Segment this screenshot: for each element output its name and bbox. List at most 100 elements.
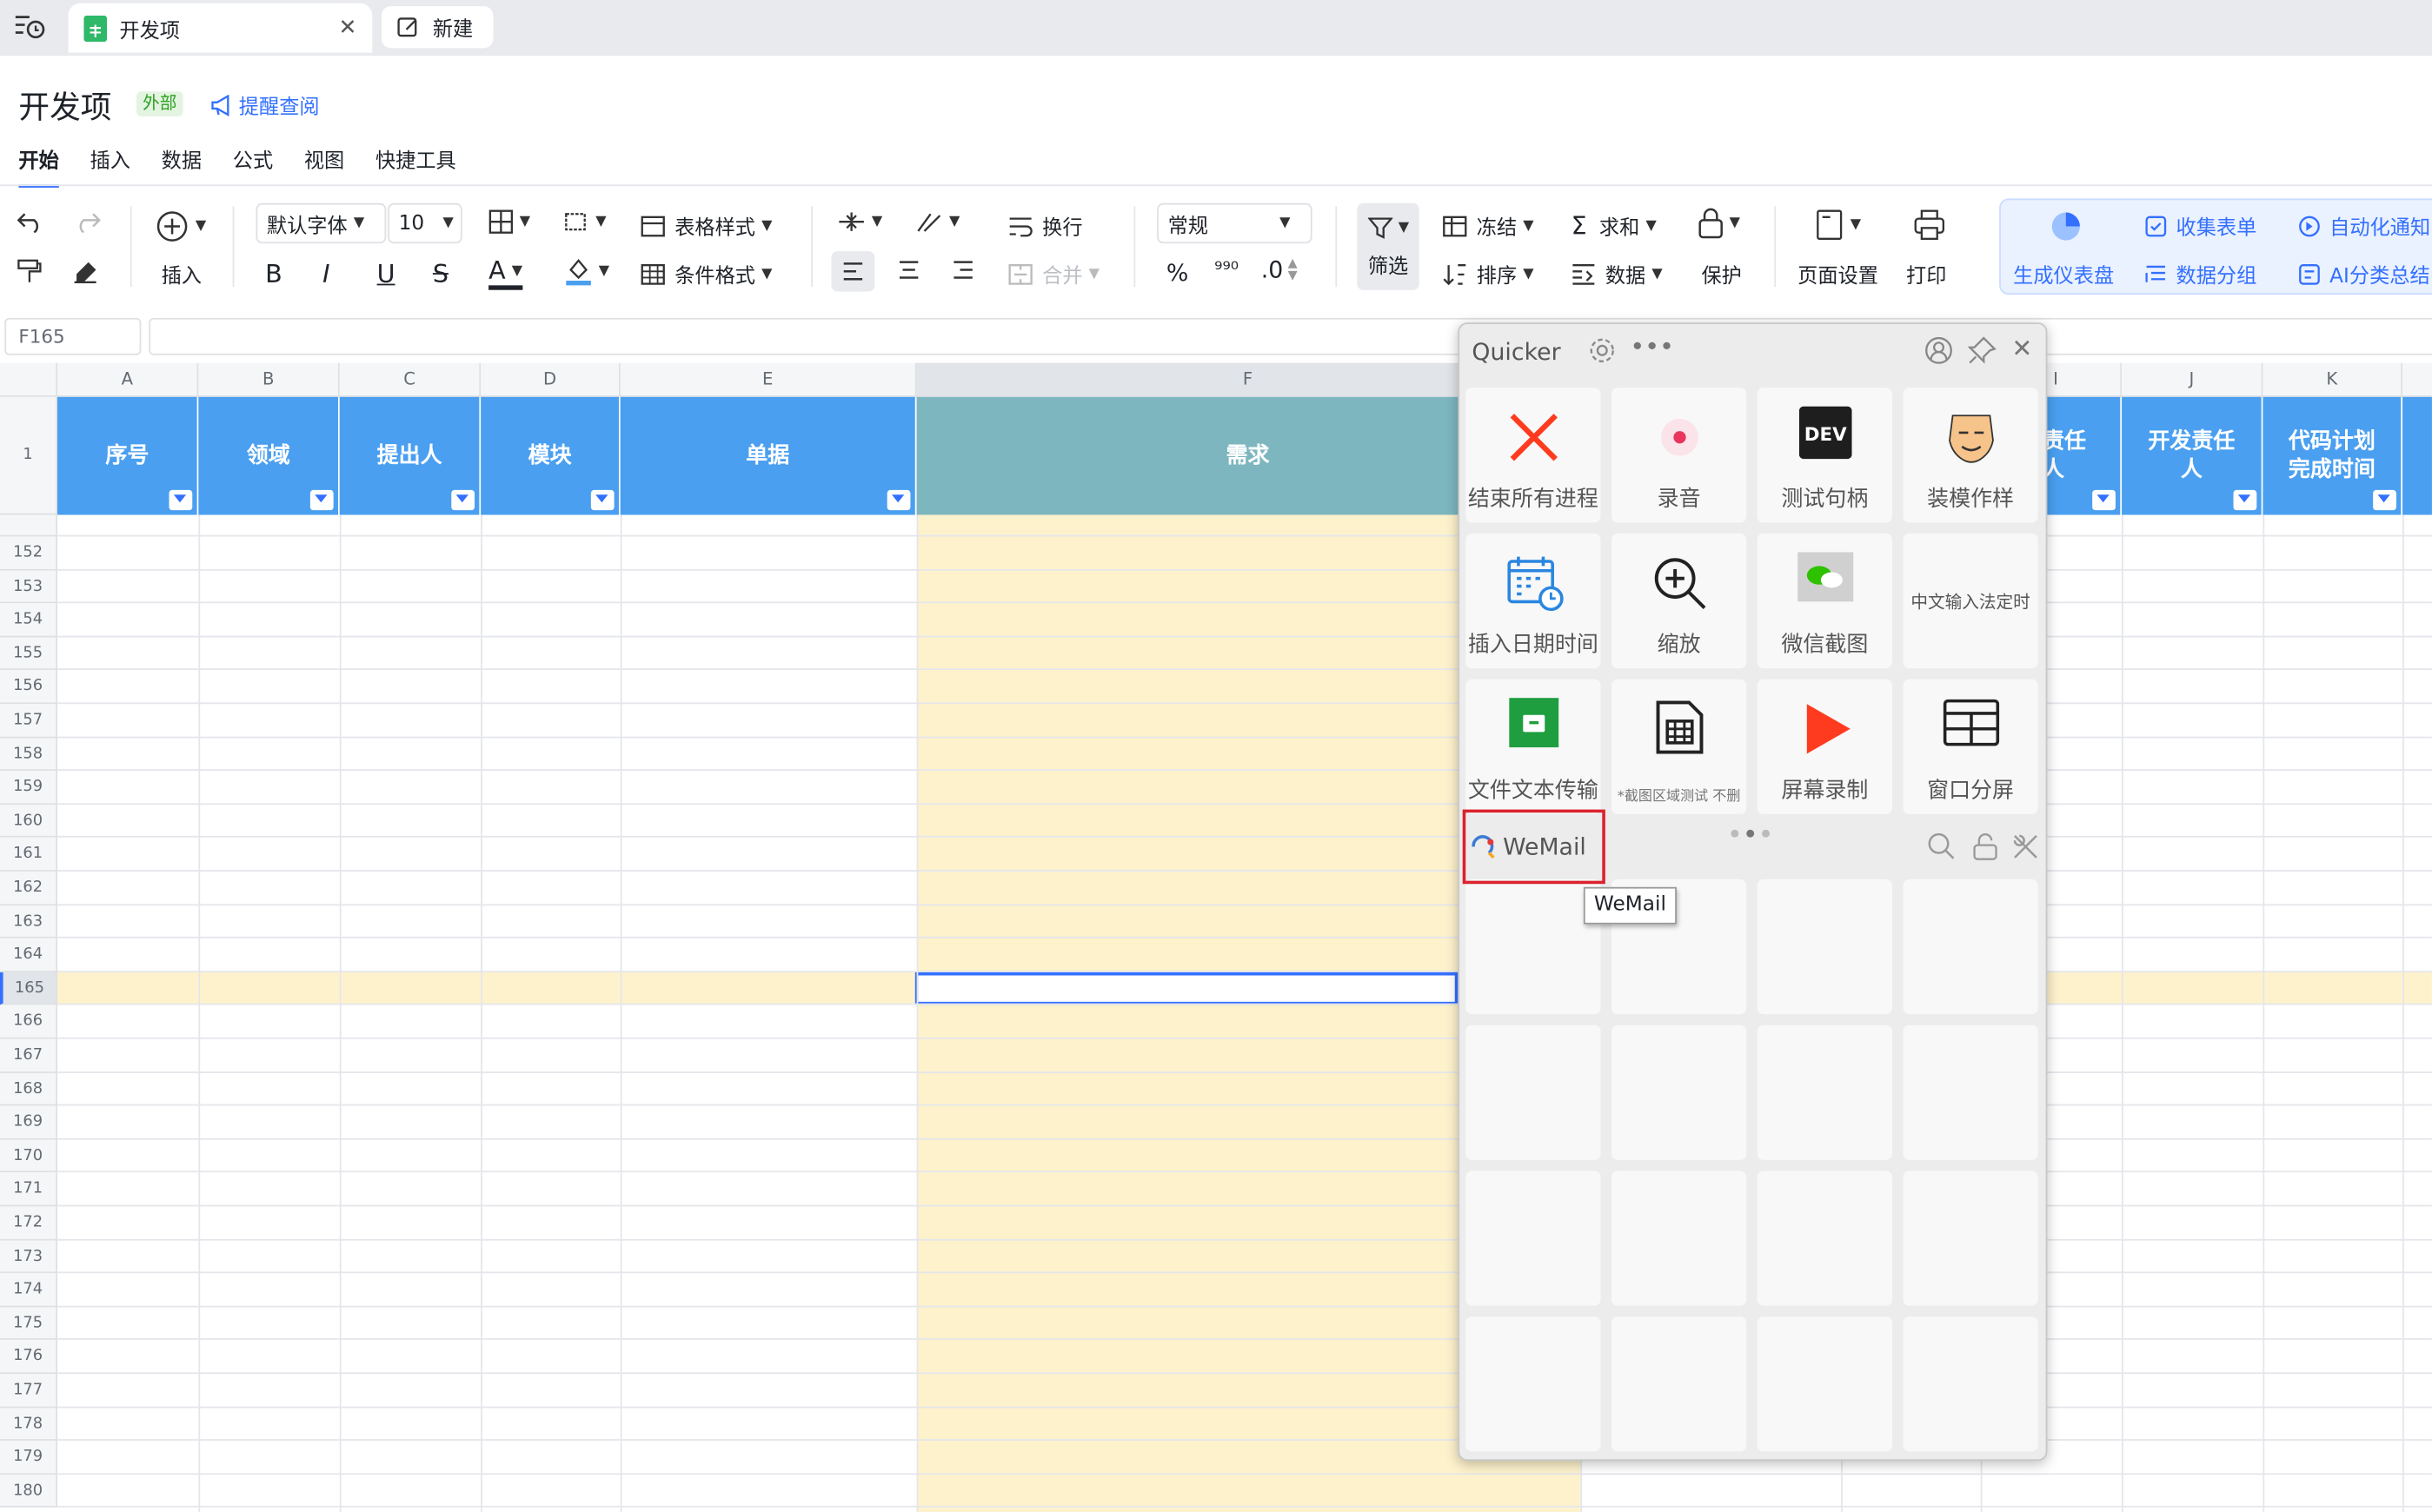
align-center-button[interactable]: [898, 261, 920, 279]
table-row[interactable]: [57, 905, 2432, 939]
quicker-action-tile[interactable]: DEV 测试句柄: [1757, 388, 1892, 523]
table-row[interactable]: [57, 1005, 2432, 1039]
tab-data[interactable]: 数据: [162, 144, 202, 174]
header-cell[interactable]: 代码计划完成时间: [2263, 396, 2403, 515]
table-row[interactable]: [57, 771, 2432, 805]
wrap-button[interactable]: 换行: [1008, 211, 1083, 241]
table-row[interactable]: [57, 536, 2432, 571]
freeze-button[interactable]: 冻结 ▼: [1442, 211, 1534, 241]
ai-summary-button[interactable]: AI分类总结: [2298, 259, 2430, 288]
vertical-align-button[interactable]: ▼: [838, 209, 882, 235]
table-row[interactable]: [57, 1173, 2432, 1207]
row-header[interactable]: 159: [0, 771, 58, 805]
page-dot[interactable]: [1731, 829, 1739, 838]
empty-action-slot[interactable]: [1757, 879, 1892, 1015]
conditional-format-button[interactable]: 条件格式 ▼: [641, 259, 773, 288]
table-row[interactable]: [57, 1307, 2432, 1341]
empty-action-slot[interactable]: [1611, 1316, 1747, 1452]
row-header[interactable]: 166: [0, 1005, 58, 1039]
collect-form-button[interactable]: 收集表单: [2145, 211, 2256, 241]
header-cell[interactable]: 单据: [620, 396, 917, 515]
header-cell[interactable]: 序号: [57, 396, 199, 515]
table-row[interactable]: [57, 1341, 2432, 1375]
table-row[interactable]: [57, 1273, 2432, 1308]
row-header[interactable]: 165: [0, 972, 58, 1006]
protect-button[interactable]: 保护: [1701, 259, 1741, 288]
quicker-action-tile[interactable]: 屏幕录制: [1757, 679, 1892, 814]
auto-notify-button[interactable]: 自动化通知: [2298, 211, 2430, 241]
row-header[interactable]: [0, 514, 58, 537]
tab-formula[interactable]: 公式: [233, 144, 273, 174]
table-row[interactable]: [57, 838, 2432, 872]
row-header[interactable]: 155: [0, 637, 58, 671]
close-icon[interactable]: ✕: [2011, 334, 2032, 363]
filter-icon[interactable]: [2373, 489, 2396, 511]
quicker-action-tile[interactable]: 中文输入法定时: [1903, 533, 2038, 669]
select-all-corner[interactable]: [0, 362, 58, 397]
filter-icon[interactable]: [309, 489, 334, 511]
row-header[interactable]: 177: [0, 1374, 58, 1408]
align-right-button[interactable]: [953, 261, 974, 279]
row-header[interactable]: 158: [0, 737, 58, 772]
row-header[interactable]: 160: [0, 804, 58, 839]
quicker-action-tile[interactable]: 缩放: [1611, 533, 1747, 669]
row-header[interactable]: 156: [0, 670, 58, 705]
column-header[interactable]: B: [198, 362, 340, 397]
unlock-icon[interactable]: [1973, 832, 1998, 860]
row-header[interactable]: 171: [0, 1172, 58, 1207]
row-header[interactable]: 173: [0, 1239, 58, 1274]
history-icon[interactable]: [12, 12, 46, 43]
row-header[interactable]: 167: [0, 1038, 58, 1073]
table-style-button[interactable]: 表格样式 ▼: [641, 211, 773, 241]
header-cell[interactable]: 领域: [198, 396, 340, 515]
row-header[interactable]: 157: [0, 704, 58, 738]
printer-icon[interactable]: [1914, 209, 1945, 241]
table-row[interactable]: [57, 1106, 2432, 1140]
row-header[interactable]: 178: [0, 1407, 58, 1442]
empty-action-slot[interactable]: [1465, 879, 1601, 1015]
table-row[interactable]: [57, 1408, 2432, 1442]
row-header[interactable]: 172: [0, 1206, 58, 1240]
sum-button[interactable]: Σ 求和 ▼: [1571, 211, 1657, 241]
insert-button[interactable]: 插入: [162, 259, 202, 288]
page-setup-button[interactable]: 页面设置: [1797, 259, 1878, 288]
sort-button[interactable]: 排序 ▼: [1442, 259, 1534, 288]
table-row[interactable]: [57, 671, 2432, 705]
filter-icon[interactable]: [887, 489, 911, 511]
search-icon[interactable]: [1928, 832, 1956, 860]
more-icon[interactable]: •••: [1630, 332, 1674, 361]
filter-button[interactable]: ▼ 筛选: [1357, 202, 1419, 290]
percent-button[interactable]: %: [1166, 259, 1188, 287]
empty-action-slot[interactable]: [1465, 1316, 1601, 1452]
row-header[interactable]: 168: [0, 1072, 58, 1106]
filter-icon[interactable]: [2092, 489, 2116, 511]
header-cell[interactable]: 模块: [481, 396, 621, 515]
doc-title[interactable]: 开发项: [18, 83, 111, 128]
table-row[interactable]: [57, 972, 2432, 1006]
filter-icon[interactable]: [451, 489, 475, 511]
empty-action-slot[interactable]: [1465, 1025, 1601, 1160]
close-icon[interactable]: ✕: [338, 16, 356, 41]
undo-icon[interactable]: [17, 211, 45, 233]
crop-button[interactable]: ▼: [561, 209, 607, 235]
empty-action-slot[interactable]: [1903, 1025, 2038, 1160]
table-row[interactable]: [57, 1072, 2432, 1106]
merge-button[interactable]: 合并 ▼: [1008, 259, 1100, 288]
font-size-select[interactable]: 10 ▼: [388, 202, 462, 244]
new-tab-button[interactable]: 新建: [381, 6, 494, 49]
table-row[interactable]: [57, 1240, 2432, 1274]
decimal-button[interactable]: .0 ▲ ▼: [1261, 255, 1298, 283]
filter-icon[interactable]: [590, 489, 615, 511]
table-row[interactable]: [57, 704, 2432, 738]
tools-icon[interactable]: [2011, 832, 2039, 860]
empty-action-slot[interactable]: [1757, 1170, 1892, 1306]
page-setup-icon[interactable]: ▼: [1817, 209, 1861, 241]
print-button[interactable]: 打印: [1906, 259, 1946, 288]
quicker-action-tile[interactable]: 微信截图: [1757, 533, 1892, 669]
italic-button[interactable]: I: [322, 259, 329, 288]
table-row[interactable]: [57, 805, 2432, 839]
table-row[interactable]: [57, 1139, 2432, 1173]
table-row[interactable]: [57, 1441, 2432, 1475]
row-header[interactable]: 174: [0, 1273, 58, 1308]
empty-action-slot[interactable]: [1903, 879, 2038, 1015]
